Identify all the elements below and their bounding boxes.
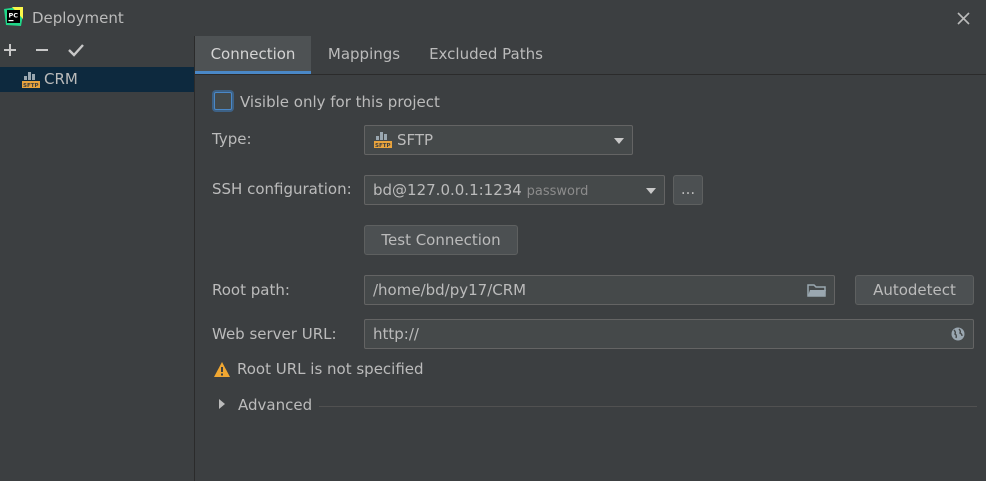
visible-only-label: Visible only for this project: [240, 93, 440, 111]
panel-divider: [194, 36, 195, 481]
pycharm-logo-icon: PC: [4, 7, 23, 26]
root-path-label: Root path:: [212, 281, 290, 299]
globe-icon[interactable]: [950, 326, 966, 342]
visible-only-checkbox[interactable]: [214, 92, 232, 110]
svg-text:PC: PC: [9, 12, 19, 20]
type-label: Type:: [212, 130, 252, 148]
chevron-down-icon: [646, 188, 656, 194]
autodetect-button[interactable]: Autodetect: [855, 275, 974, 305]
web-server-url-field[interactable]: http://: [364, 319, 974, 349]
tab-mappings[interactable]: Mappings: [317, 36, 411, 74]
server-item-label: CRM: [44, 70, 78, 88]
svg-text:SFTP: SFTP: [23, 83, 39, 89]
test-connection-button[interactable]: Test Connection: [364, 225, 518, 255]
type-select[interactable]: SFTP SFTP: [364, 125, 633, 155]
tab-bar: Connection Mappings Excluded Paths: [195, 36, 986, 74]
tab-connection[interactable]: Connection: [195, 36, 311, 74]
root-path-field[interactable]: /home/bd/py17/CRM: [364, 275, 835, 305]
server-toolbar: [0, 36, 194, 64]
remove-icon[interactable]: [32, 40, 52, 60]
advanced-divider: [319, 406, 977, 407]
ssh-auth-hint: password: [526, 184, 589, 199]
sftp-icon: SFTP: [374, 132, 392, 149]
root-path-value: /home/bd/py17/CRM: [373, 281, 527, 299]
server-list: SFTP CRM: [0, 64, 194, 481]
check-icon[interactable]: [66, 40, 86, 60]
ssh-config-browse-button[interactable]: ...: [673, 175, 703, 205]
close-icon[interactable]: [955, 10, 972, 27]
svg-text:SFTP: SFTP: [375, 143, 391, 149]
ssh-config-select[interactable]: bd@127.0.0.1:1234 password: [364, 175, 665, 205]
tabs-divider: [195, 74, 986, 75]
ssh-config-value-wrap: bd@127.0.0.1:1234 password: [373, 181, 588, 199]
ssh-config-value: bd@127.0.0.1:1234: [373, 181, 522, 199]
server-item-crm[interactable]: SFTP CRM: [0, 67, 194, 92]
add-icon[interactable]: [0, 40, 20, 60]
type-value: SFTP: [397, 131, 434, 149]
web-server-url-label: Web server URL:: [212, 325, 337, 343]
advanced-section-toggle[interactable]: Advanced: [238, 396, 312, 414]
title-bar: PC Deployment: [0, 0, 986, 36]
folder-icon[interactable]: [807, 282, 827, 298]
root-url-warning: Root URL is not specified: [237, 360, 424, 378]
sftp-icon: SFTP: [22, 72, 40, 89]
warning-icon: [214, 362, 230, 377]
tab-excluded-paths[interactable]: Excluded Paths: [421, 36, 551, 74]
chevron-down-icon: [614, 138, 624, 144]
ssh-config-label: SSH configuration:: [212, 180, 352, 198]
web-server-url-value: http://: [373, 325, 419, 343]
window-title: Deployment: [32, 9, 124, 27]
expand-arrow-icon[interactable]: [219, 399, 225, 409]
